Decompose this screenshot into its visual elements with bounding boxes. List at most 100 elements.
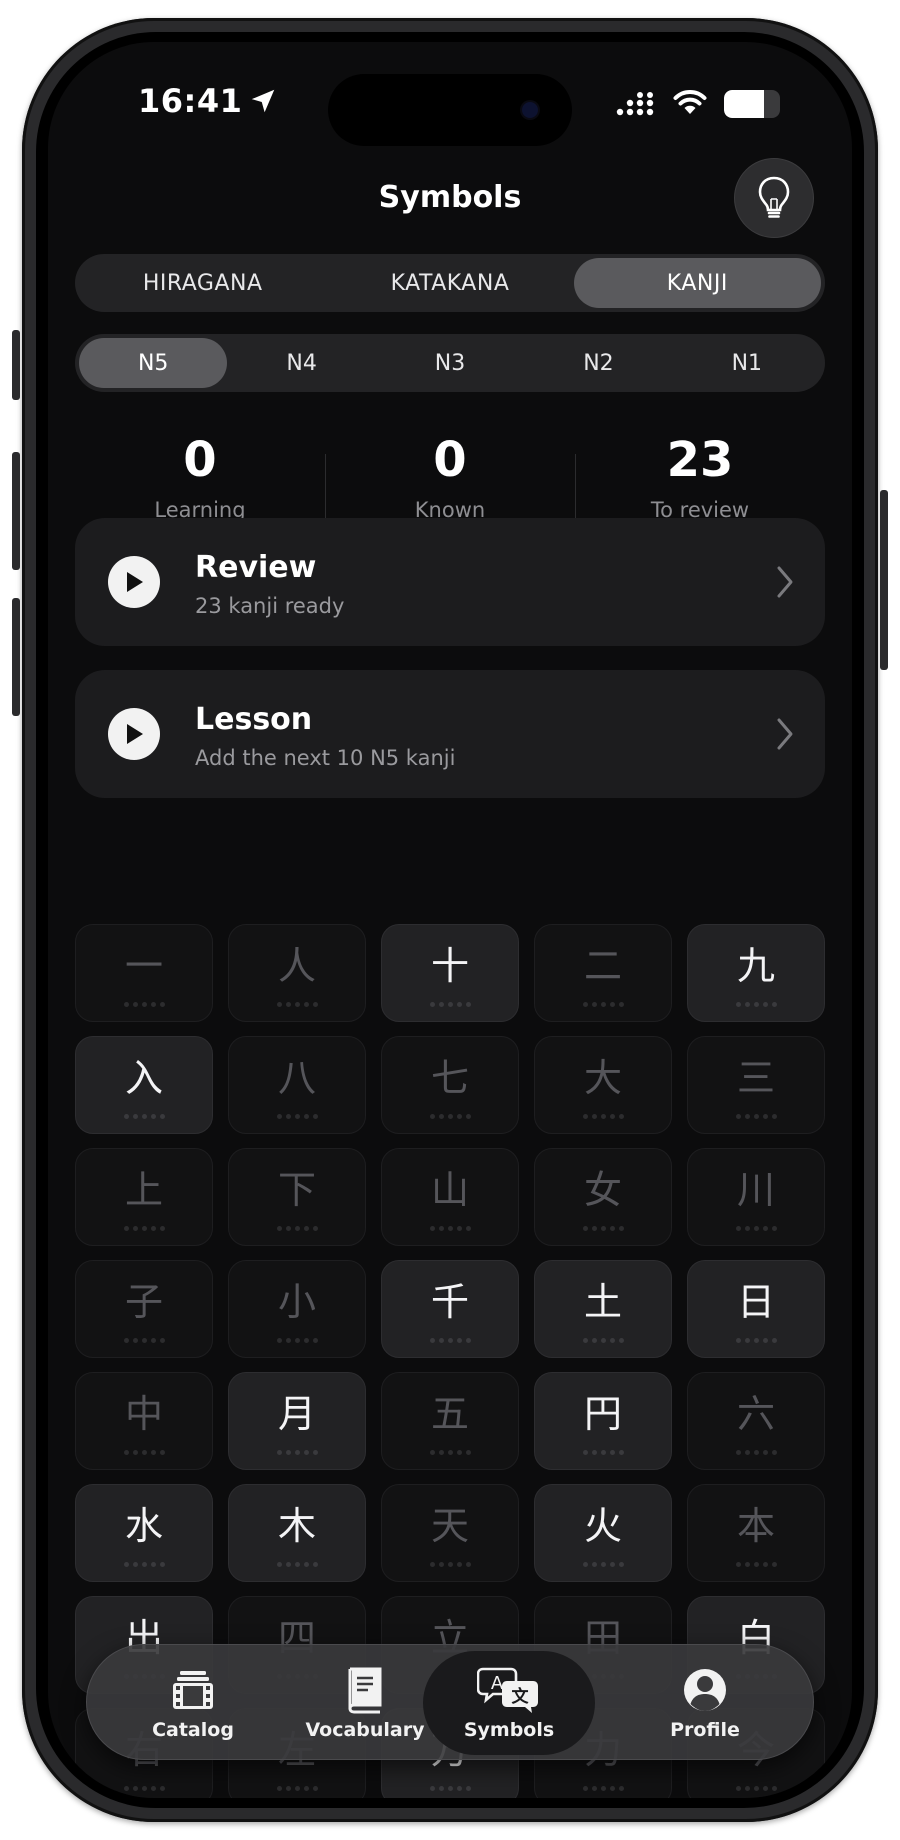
kanji-cell[interactable]: 三 bbox=[687, 1036, 825, 1134]
kanji-cell[interactable]: 二 bbox=[534, 924, 672, 1022]
tab-hiragana[interactable]: HIRAGANA bbox=[79, 258, 326, 308]
progress-dots bbox=[535, 1450, 671, 1455]
progress-dot bbox=[753, 1114, 759, 1119]
progress-dot bbox=[276, 1002, 282, 1007]
review-card[interactable]: Review 23 kanji ready bbox=[75, 518, 825, 646]
progress-dots bbox=[229, 1450, 365, 1455]
progress-dot bbox=[429, 1562, 435, 1567]
kanji-cell[interactable]: 火 bbox=[534, 1484, 672, 1582]
kanji-cell[interactable]: 上 bbox=[75, 1148, 213, 1246]
progress-dot bbox=[294, 1562, 300, 1567]
kanji-cell[interactable]: 水 bbox=[75, 1484, 213, 1582]
progress-dot bbox=[447, 1562, 453, 1567]
tab-profile[interactable]: Profile bbox=[619, 1651, 791, 1755]
kanji-cell[interactable]: 人 bbox=[228, 924, 366, 1022]
kanji-cell[interactable]: 土 bbox=[534, 1260, 672, 1358]
progress-dot bbox=[132, 1002, 138, 1007]
kanji-cell[interactable]: 女 bbox=[534, 1148, 672, 1246]
progress-dot bbox=[438, 1562, 444, 1567]
tab-n1[interactable]: N1 bbox=[673, 338, 821, 388]
progress-dot bbox=[429, 1786, 435, 1791]
progress-dot bbox=[159, 1002, 165, 1007]
progress-dot bbox=[141, 1114, 147, 1119]
kanji-character: 本 bbox=[736, 1504, 775, 1548]
kanji-cell[interactable]: 川 bbox=[687, 1148, 825, 1246]
tab-symbols[interactable]: A 文 Symbols bbox=[423, 1651, 595, 1755]
kanji-character: 上 bbox=[124, 1168, 163, 1212]
book-icon bbox=[348, 1667, 382, 1714]
kanji-cell[interactable]: 入 bbox=[75, 1036, 213, 1134]
kanji-cell[interactable]: 中 bbox=[75, 1372, 213, 1470]
kanji-cell[interactable]: 千 bbox=[381, 1260, 519, 1358]
progress-dot bbox=[735, 1114, 741, 1119]
progress-dot bbox=[141, 1002, 147, 1007]
kanji-cell[interactable]: 本 bbox=[687, 1484, 825, 1582]
bottom-tab-bar: Catalog Vocabulary A 文 Symbols Profile bbox=[86, 1644, 814, 1760]
progress-dot bbox=[735, 1226, 741, 1231]
progress-dot bbox=[591, 1338, 597, 1343]
progress-dot bbox=[771, 1114, 777, 1119]
kanji-character: 六 bbox=[736, 1392, 775, 1436]
progress-dot bbox=[456, 1002, 462, 1007]
progress-dot bbox=[285, 1002, 291, 1007]
progress-dot bbox=[771, 1338, 777, 1343]
kanji-character: 二 bbox=[583, 944, 622, 988]
lesson-card[interactable]: Lesson Add the next 10 N5 kanji bbox=[75, 670, 825, 798]
progress-dot bbox=[771, 1450, 777, 1455]
kanji-character: 子 bbox=[124, 1280, 163, 1324]
tab-n5[interactable]: N5 bbox=[79, 338, 228, 388]
progress-dot bbox=[303, 1450, 309, 1455]
progress-dot bbox=[312, 1786, 318, 1791]
kanji-cell[interactable]: 六 bbox=[687, 1372, 825, 1470]
kanji-cell[interactable]: 円 bbox=[534, 1372, 672, 1470]
kanji-cell[interactable]: 子 bbox=[75, 1260, 213, 1358]
tab-label: Catalog bbox=[152, 1719, 234, 1741]
progress-dots bbox=[76, 1114, 212, 1119]
progress-dot bbox=[285, 1450, 291, 1455]
kanji-character: 大 bbox=[583, 1056, 622, 1100]
svg-text:文: 文 bbox=[512, 1686, 530, 1707]
progress-dot bbox=[276, 1786, 282, 1791]
progress-dot bbox=[591, 1226, 597, 1231]
progress-dot bbox=[600, 1338, 606, 1343]
kanji-cell[interactable]: 七 bbox=[381, 1036, 519, 1134]
kanji-character: 七 bbox=[430, 1056, 469, 1100]
kanji-cell[interactable]: 月 bbox=[228, 1372, 366, 1470]
tab-n2[interactable]: N2 bbox=[524, 338, 672, 388]
kanji-character: 三 bbox=[736, 1056, 775, 1100]
tab-katakana[interactable]: KATAKANA bbox=[326, 258, 573, 308]
kanji-cell[interactable]: 木 bbox=[228, 1484, 366, 1582]
progress-dot bbox=[465, 1114, 471, 1119]
tab-catalog[interactable]: Catalog bbox=[107, 1651, 279, 1755]
kanji-cell[interactable]: 小 bbox=[228, 1260, 366, 1358]
progress-dot bbox=[582, 1226, 588, 1231]
kanji-cell[interactable]: 大 bbox=[534, 1036, 672, 1134]
progress-dot bbox=[141, 1786, 147, 1791]
progress-dots bbox=[76, 1786, 212, 1791]
tab-n3[interactable]: N3 bbox=[376, 338, 524, 388]
kanji-cell[interactable]: 山 bbox=[381, 1148, 519, 1246]
progress-dot bbox=[123, 1338, 129, 1343]
kanji-cell[interactable]: 十 bbox=[381, 924, 519, 1022]
progress-dot bbox=[744, 1338, 750, 1343]
progress-dots bbox=[382, 1226, 518, 1231]
lesson-subtitle: Add the next 10 N5 kanji bbox=[195, 746, 456, 770]
progress-dot bbox=[132, 1786, 138, 1791]
kanji-cell[interactable]: 一 bbox=[75, 924, 213, 1022]
kanji-cell[interactable]: 下 bbox=[228, 1148, 366, 1246]
kanji-cell[interactable]: 八 bbox=[228, 1036, 366, 1134]
kanji-cell[interactable]: 五 bbox=[381, 1372, 519, 1470]
script-tabs: HIRAGANA KATAKANA KANJI bbox=[75, 254, 825, 312]
camera bbox=[522, 102, 538, 118]
progress-dot bbox=[141, 1450, 147, 1455]
kanji-cell[interactable]: 天 bbox=[381, 1484, 519, 1582]
tab-kanji[interactable]: KANJI bbox=[573, 258, 821, 308]
progress-dot bbox=[294, 1114, 300, 1119]
progress-dot bbox=[744, 1786, 750, 1791]
hint-button[interactable] bbox=[734, 158, 814, 238]
tab-n4[interactable]: N4 bbox=[227, 338, 375, 388]
progress-dot bbox=[771, 1002, 777, 1007]
kanji-cell[interactable]: 日 bbox=[687, 1260, 825, 1358]
kanji-cell[interactable]: 九 bbox=[687, 924, 825, 1022]
kanji-character: 土 bbox=[583, 1280, 622, 1324]
